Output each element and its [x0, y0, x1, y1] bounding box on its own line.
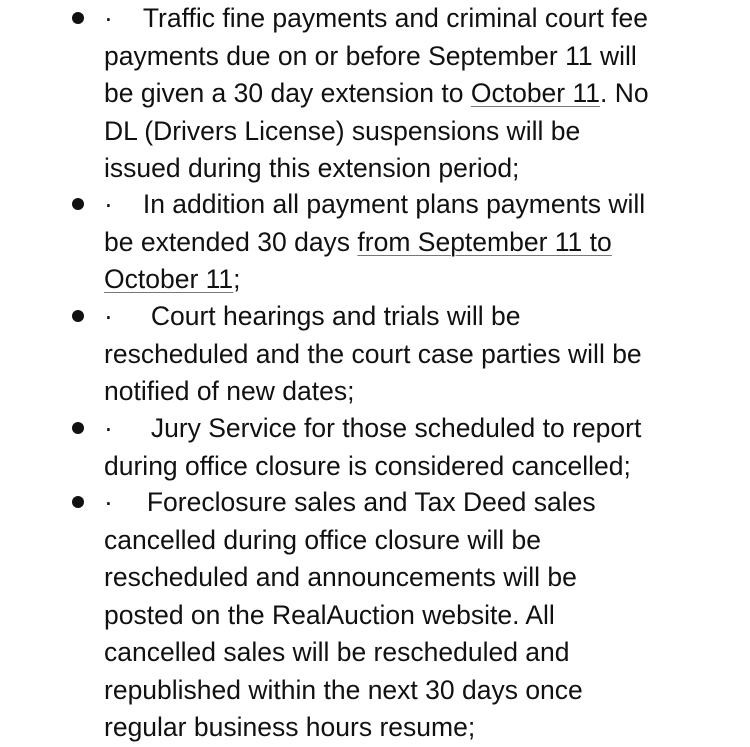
middle-dot-marker: ·: [104, 487, 113, 517]
text-segment: Court hearings and trials will be: [150, 301, 521, 331]
text-segment: ;: [233, 264, 241, 294]
text-line: · Court hearings and trials will be: [104, 298, 744, 336]
text-segment: rescheduled and the court case parties w…: [104, 338, 642, 369]
text-segment: Jury Service for those scheduled to repo…: [150, 413, 642, 443]
list-item-text: · Foreclosure sales and Tax Deed sales ca…: [104, 484, 744, 747]
middle-dot-marker: ·: [104, 301, 113, 331]
text-segment: republished within the next 30 days once: [104, 674, 583, 705]
text-line: notified of new dates;: [104, 373, 744, 411]
text-segment: Foreclosure sales and Tax Deed sales: [146, 487, 596, 517]
list-item-text: · In addition all payment plans payments …: [104, 186, 744, 299]
document-page: · Traffic fine payments and criminal cour…: [0, 0, 750, 745]
text-segment: notified of new dates;: [104, 376, 355, 406]
text-segment: cancelled sales will be rescheduled and: [104, 637, 570, 667]
bullet-icon: [72, 198, 84, 210]
text-segment: during office closure is considered canc…: [104, 450, 631, 481]
text-line: regular business hours resume;: [104, 709, 744, 747]
text-line: republished within the next 30 days once: [104, 672, 744, 710]
underlined-date: October 11: [104, 264, 234, 294]
list-item-text: · Traffic fine payments and criminal cour…: [104, 0, 744, 188]
bullet-icon: [72, 310, 84, 322]
text-line: DL (Drivers License) suspensions will be: [104, 113, 744, 151]
bullet-icon: [72, 12, 84, 24]
text-segment: rescheduled and announcements will be: [104, 562, 577, 592]
text-line: · Jury Service for those scheduled to rep…: [104, 410, 744, 448]
middle-dot-marker: ·: [104, 3, 113, 33]
text-segment: issued during this extension period;: [104, 153, 520, 183]
bullet-icon: [72, 422, 84, 434]
text-line: be extended 30 days from September 11 to: [104, 224, 744, 262]
text-line: cancelled during office closure will be: [104, 522, 744, 560]
text-line: October 11;: [104, 261, 744, 299]
middle-dot-marker: ·: [104, 189, 113, 219]
text-segment: be extended 30 days: [104, 226, 358, 257]
text-segment: posted on the RealAuction website. All: [104, 599, 555, 630]
text-segment: . No: [600, 78, 649, 108]
text-segment: cancelled during office closure will be: [104, 524, 542, 555]
text-line: during office closure is considered canc…: [104, 448, 744, 486]
text-line: cancelled sales will be rescheduled and: [104, 634, 744, 672]
text-line: issued during this extension period;: [104, 150, 744, 188]
underlined-date: from September 11 to: [357, 226, 612, 257]
middle-dot-marker: ·: [104, 413, 113, 443]
bullet-icon: [72, 496, 84, 508]
list-item-text: · Court hearings and trials will be resch…: [104, 298, 744, 411]
text-line: be given a 30 day extension to October 1…: [104, 75, 744, 113]
text-line: · In addition all payment plans payments …: [104, 186, 744, 224]
text-segment: be given a 30 day extension to: [104, 78, 471, 108]
text-segment: Traffic fine payments and criminal court…: [142, 3, 649, 33]
text-segment: In addition all payment plans payments w…: [142, 189, 646, 219]
text-line: · Foreclosure sales and Tax Deed sales: [104, 484, 744, 522]
underlined-date: October 11: [470, 78, 600, 108]
text-segment: regular business hours resume;: [104, 712, 476, 742]
text-line: posted on the RealAuction website. All: [104, 597, 744, 635]
text-line: rescheduled and the court case parties w…: [104, 336, 744, 374]
text-line: payments due on or before September 11 w…: [104, 38, 744, 76]
text-segment: DL (Drivers License) suspensions will be: [104, 115, 581, 146]
text-segment: payments due on or before September 11 w…: [104, 40, 637, 71]
text-line: · Traffic fine payments and criminal cour…: [104, 0, 744, 38]
list-item-text: · Jury Service for those scheduled to rep…: [104, 410, 744, 485]
text-line: rescheduled and announcements will be: [104, 559, 744, 597]
